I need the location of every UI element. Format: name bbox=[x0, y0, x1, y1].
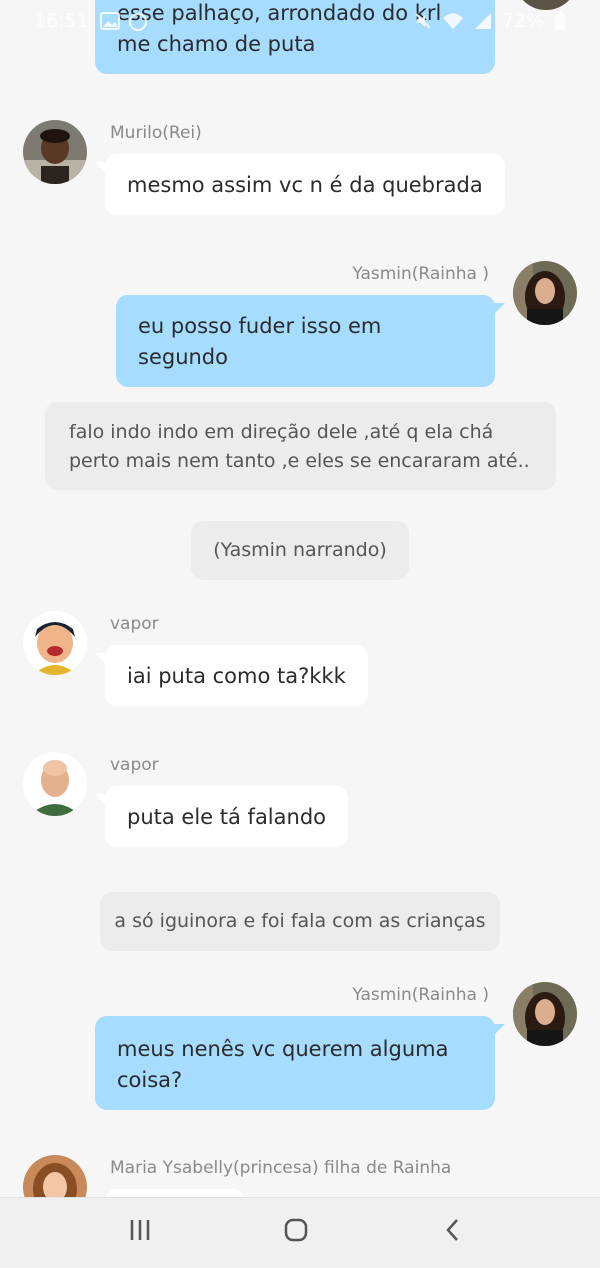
avatar-murilo[interactable] bbox=[23, 120, 87, 184]
message-text: eu posso fuder isso em segundo bbox=[138, 314, 382, 369]
sender-name: vapor bbox=[110, 614, 159, 634]
mute-icon bbox=[415, 13, 431, 29]
signal-icon bbox=[474, 13, 491, 29]
recent-apps-icon bbox=[130, 1220, 150, 1240]
home-button[interactable] bbox=[284, 1218, 308, 1246]
home-icon bbox=[284, 1218, 308, 1242]
narration-message[interactable]: falo indo indo em direção dele ,até q el… bbox=[45, 402, 556, 490]
avatar-yasmin[interactable] bbox=[513, 982, 577, 1046]
narration-text: a só iguinora e foi fala com as crianças bbox=[114, 910, 486, 932]
sender-name: Yasmin(Rainha ) bbox=[352, 264, 489, 284]
avatar-yasmin[interactable] bbox=[513, 261, 577, 325]
status-time: 16:51 bbox=[34, 10, 89, 32]
sender-name: vapor bbox=[110, 755, 159, 775]
whatsapp-icon bbox=[129, 13, 147, 31]
narration-message[interactable]: a só iguinora e foi fala com as crianças bbox=[100, 892, 500, 951]
message-bubble-incoming[interactable]: puta ele tá falando bbox=[95, 786, 348, 847]
status-notification-icons bbox=[100, 12, 148, 32]
message-bubble-outgoing[interactable]: eu posso fuder isso em segundo bbox=[116, 295, 505, 387]
status-bar: 16:51 72% bbox=[0, 0, 600, 44]
message-bubble-incoming[interactable]: mesmo assim vc n é da quebrada bbox=[95, 154, 505, 215]
back-icon bbox=[446, 1219, 458, 1241]
message-text: puta ele tá falando bbox=[127, 805, 326, 829]
narration-text: (Yasmin narrando) bbox=[213, 539, 387, 561]
back-button[interactable] bbox=[442, 1218, 466, 1246]
narration-text: falo indo indo em direção dele ,até q el… bbox=[69, 421, 530, 472]
sender-name: Maria Ysabelly(princesa) filha de Rainha bbox=[110, 1158, 452, 1178]
status-system-icons: 72% bbox=[414, 10, 566, 32]
sender-name: Murilo(Rei) bbox=[110, 123, 202, 143]
battery-icon bbox=[555, 11, 565, 30]
message-bubble-outgoing[interactable]: meus nenês vc querem alguma coisa? bbox=[95, 1016, 505, 1110]
avatar-vapor-bald[interactable] bbox=[23, 752, 87, 816]
navigation-bar bbox=[0, 1197, 600, 1268]
sender-name: Yasmin(Rainha ) bbox=[352, 985, 489, 1005]
image-icon bbox=[100, 12, 120, 30]
message-bubble-incoming[interactable]: iai puta como ta?kkk bbox=[95, 645, 368, 706]
recent-apps-button[interactable] bbox=[128, 1218, 152, 1246]
battery-percent: 72% bbox=[501, 10, 544, 32]
avatar-vapor-cartoon[interactable] bbox=[23, 611, 87, 675]
message-text: meus nenês vc querem alguma coisa? bbox=[117, 1037, 449, 1092]
message-text: mesmo assim vc n é da quebrada bbox=[127, 173, 483, 197]
narration-message[interactable]: (Yasmin narrando) bbox=[191, 521, 409, 580]
wifi-icon bbox=[442, 13, 463, 29]
message-text: iai puta como ta?kkk bbox=[127, 664, 346, 688]
